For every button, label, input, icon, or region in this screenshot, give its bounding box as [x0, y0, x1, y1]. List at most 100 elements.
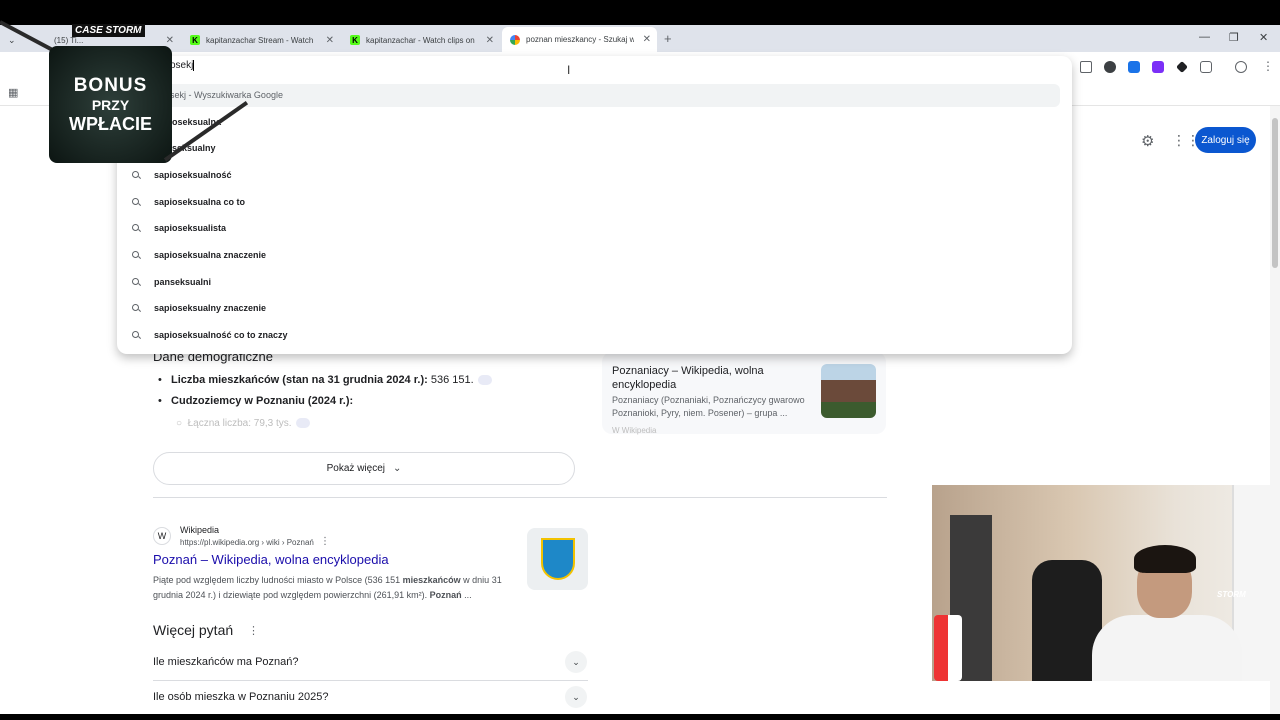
omnibox-input[interactable]: osekj: [170, 60, 195, 72]
extension-purple-icon[interactable]: [1152, 61, 1164, 73]
search-icon: [132, 223, 141, 233]
tab-3-label: kapitanzachar - Watch clips on Kick: [366, 35, 476, 45]
extension-cookie-icon[interactable]: [1104, 61, 1116, 73]
population-label: Liczba mieszkańców (stan na 31 grudnia 2…: [171, 374, 428, 386]
chevron-down-icon: ⌄: [392, 463, 402, 474]
webcam-feed: STORM: [932, 485, 1280, 681]
suggestion-label: panseksualni: [154, 277, 212, 287]
new-tab-button[interactable]: +: [664, 31, 672, 46]
chevron-down-icon[interactable]: ⌄: [565, 651, 587, 673]
bonus-overlay: BONUS PRZY WPŁACIE: [49, 46, 172, 163]
suggestion-label: sapioseksualista: [154, 223, 227, 233]
search-icon: [132, 330, 141, 340]
apps-grid-icon[interactable]: ▦: [8, 86, 18, 99]
suggestion-label: sapioseksualny znaczenie: [154, 303, 267, 313]
profile-icon[interactable]: [1235, 61, 1247, 73]
close-icon[interactable]: ✕: [486, 35, 494, 46]
suggestion-label: sapioseksualność co to znaczy: [154, 330, 288, 340]
wiki-card-description: Poznaniacy (Poznaniaki, Poznańczycy gwar…: [612, 395, 805, 418]
omnibox-value: osekj: [170, 60, 194, 72]
suggestion-item[interactable]: sapioseksualna co to: [132, 194, 245, 210]
bonus-line-1: BONUS: [73, 75, 148, 96]
tab-4-active[interactable]: poznan mieszkancy - Szukaj w Google ✕: [502, 27, 657, 52]
people-also-ask-heading: Więcej pytań: [153, 622, 234, 638]
suggestion-item[interactable]: sapioseksualność co to znaczy: [132, 327, 288, 343]
wikipedia-favicon-icon: W: [153, 527, 171, 545]
suggestion-label: sapioseksualność: [154, 170, 232, 180]
wiki-card-thumbnail[interactable]: [821, 364, 876, 418]
search-icon: [132, 250, 141, 260]
suggestion-label: sapioseksualna co to: [154, 197, 246, 207]
suggestion-item[interactable]: panseksualni: [132, 274, 211, 290]
scrollbar-thumb[interactable]: [1272, 118, 1278, 268]
search-icon: [132, 303, 141, 313]
foreigners-total: ○ Łączna liczba: 79,3 tys.: [176, 418, 310, 429]
chevron-down-icon[interactable]: ⌄: [565, 686, 587, 708]
paa-more-icon[interactable]: ⋮: [248, 624, 259, 637]
bonus-line-2: PRZY: [91, 97, 130, 113]
show-more-label: Pokaż więcej: [326, 463, 385, 474]
tab-4-label: poznan mieszkancy - Szukaj w Google: [526, 35, 634, 44]
minimize-button[interactable]: —: [1199, 31, 1210, 43]
poznan-crest-icon: [540, 538, 575, 580]
webcam-person-hair: [1134, 545, 1196, 573]
kick-icon: K: [190, 35, 200, 45]
extensions-puzzle-icon[interactable]: [1200, 61, 1212, 73]
webcam-person-body: [1092, 615, 1242, 681]
paa-question-1[interactable]: Ile mieszkańców ma Poznań?: [153, 656, 299, 668]
result-site-name: Wikipedia: [180, 525, 220, 535]
paa-question-2[interactable]: Ile osób mieszka w Poznaniu 2025?: [153, 691, 329, 703]
show-more-button[interactable]: Pokaż więcej ⌄: [153, 452, 575, 485]
casestorm-logo: CASE STORM: [72, 24, 145, 37]
suggestion-item[interactable]: sapioseksualny znaczenie: [132, 300, 266, 316]
webcam-drink-can: [934, 615, 962, 681]
snippet-bold: mieszkańców: [402, 575, 461, 585]
text-caret: [193, 60, 195, 71]
ibeam-cursor-icon: I: [567, 63, 571, 77]
close-icon[interactable]: ✕: [166, 35, 174, 46]
tab-2[interactable]: K kapitanzachar Stream - Watch Live ✕: [182, 29, 340, 51]
population-value: 536 151.: [430, 374, 474, 386]
google-icon: [510, 34, 520, 45]
snippet-bold: Poznań: [429, 590, 462, 600]
link-icon[interactable]: [477, 375, 492, 386]
close-window-button[interactable]: ✕: [1259, 31, 1268, 44]
divider: [153, 497, 887, 498]
link-icon[interactable]: [295, 418, 310, 429]
snippet-text: Piąte pod względem liczby ludności miast…: [153, 575, 403, 585]
kick-icon: K: [350, 35, 360, 45]
settings-gear-icon[interactable]: ⚙: [1141, 132, 1154, 150]
suggestion-item[interactable]: sapioseksualność: [132, 167, 232, 183]
wiki-card-title[interactable]: Poznaniacy – Wikipedia, wolna encykloped…: [612, 364, 812, 392]
webcam-storm-logo: STORM: [1217, 590, 1246, 599]
tab-2-label: kapitanzachar Stream - Watch Live: [206, 35, 316, 45]
search-icon: [132, 277, 141, 287]
search-icon: [132, 170, 141, 180]
result-url[interactable]: https://pl.wikipedia.org › wiki › Poznań: [180, 538, 314, 547]
close-icon[interactable]: ✕: [326, 35, 334, 46]
result-more-icon[interactable]: ⋮: [320, 536, 330, 547]
foreigners-total-text: Łączna liczba: 79,3 tys.: [187, 418, 292, 429]
suggestion-search-google[interactable]: osekj - Wyszukiwarka Google: [165, 90, 283, 100]
maximize-button[interactable]: ❐: [1229, 31, 1239, 44]
suggestion-item[interactable]: sapioseksualna znaczenie: [132, 247, 266, 263]
result-thumbnail[interactable]: [527, 528, 588, 590]
foreigners-bullet: • Cudzoziemcy w Poznaniu (2024 r.):: [158, 395, 354, 407]
extension-blue-icon[interactable]: [1128, 61, 1140, 73]
search-icon: [132, 197, 141, 207]
suggestion-item[interactable]: sapioseksualista: [132, 220, 226, 236]
tab-3[interactable]: K kapitanzachar - Watch clips on Kick ✕: [342, 29, 500, 51]
suggestion-label: sapioseksualna znaczenie: [154, 250, 267, 260]
close-icon[interactable]: ✕: [643, 34, 651, 45]
menu-kebab-icon[interactable]: ⋮: [1262, 59, 1274, 73]
login-button[interactable]: Zaloguj się: [1195, 127, 1256, 153]
result-title-link[interactable]: Poznań – Wikipedia, wolna encyklopedia: [153, 552, 389, 567]
camera-icon[interactable]: [1080, 61, 1092, 73]
divider: [153, 680, 588, 681]
foreigners-label: Cudzoziemcy w Poznaniu (2024 r.):: [171, 395, 354, 407]
snippet-text: ...: [461, 590, 472, 600]
population-bullet: • Liczba mieszkańców (stan na 31 grudnia…: [158, 374, 492, 386]
result-snippet: Piąte pod względem liczby ludności miast…: [153, 573, 513, 603]
bonus-line-3: WPŁACIE: [69, 114, 152, 134]
wiki-card-source: W Wikipedia: [612, 426, 657, 435]
